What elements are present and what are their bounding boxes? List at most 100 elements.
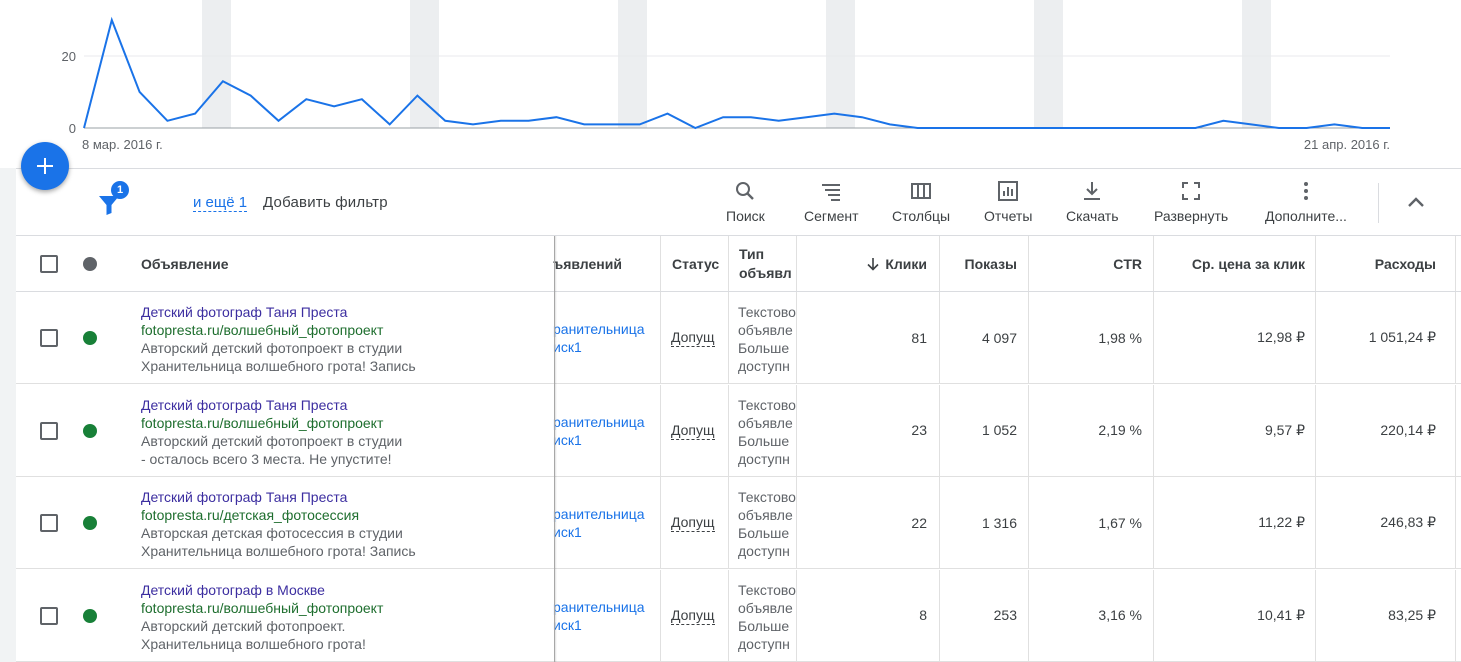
- search-button[interactable]: Поиск: [726, 179, 765, 229]
- row-checkbox[interactable]: [40, 514, 58, 532]
- ad-title[interactable]: Детский фотограф Таня Преста: [141, 396, 402, 414]
- columns-button[interactable]: Столбцы: [892, 179, 950, 229]
- status-header-dot: [83, 257, 97, 271]
- segment-button[interactable]: Сегмент: [804, 179, 859, 229]
- ad-title[interactable]: Детский фотограф Таня Преста: [141, 303, 416, 321]
- ad-type-line-1: Текстово: [738, 581, 796, 598]
- status-value[interactable]: Допущ: [671, 514, 715, 532]
- clicks-value: 8: [796, 569, 939, 661]
- add-button[interactable]: [21, 142, 69, 190]
- weekend-band: [1242, 0, 1271, 128]
- status-value[interactable]: Допущ: [671, 607, 715, 625]
- ad-group-link[interactable]: ранительница иск1: [553, 320, 645, 356]
- header-avg-cpc[interactable]: Ср. цена за клик: [1153, 236, 1315, 291]
- select-all-checkbox[interactable]: [40, 255, 58, 273]
- table-toolbar: 1 и ещё 1 Добавить фильтр Поиск Сегмент …: [16, 168, 1461, 236]
- status-value[interactable]: Допущ: [671, 329, 715, 347]
- status-dot-enabled: [83, 516, 97, 530]
- ad-group-line-1: ранительница: [553, 413, 645, 430]
- impressions-value: 1 052: [939, 384, 1028, 476]
- header-ad-group[interactable]: ъявлений: [553, 236, 659, 291]
- ad-type-line-4: доступн: [738, 358, 790, 374]
- ad-description-1: Авторский детский фотопроект.: [141, 617, 346, 634]
- add-filter-button[interactable]: Добавить фильтр: [263, 194, 388, 211]
- more-filters-link[interactable]: и ещё 1: [193, 194, 248, 212]
- ad-type-value: Текстово объявле Больше доступн: [738, 303, 796, 375]
- expand-label: Развернуть: [1154, 208, 1229, 224]
- ad-description-2: - осталось всего 3 места. Не упустите!: [141, 450, 392, 467]
- row-edge: [1455, 384, 1461, 476]
- ad-type-line-2: объявле: [738, 322, 793, 338]
- weekend-band: [1034, 0, 1063, 128]
- ad-type-value: Текстово объявле Больше доступн: [738, 488, 796, 560]
- header-ctr[interactable]: CTR: [1028, 236, 1153, 291]
- impressions-value: 4 097: [939, 292, 1028, 383]
- fullscreen-icon: [1182, 182, 1201, 200]
- header-ad-type-line1: Тип: [739, 245, 765, 262]
- download-button[interactable]: Скачать: [1066, 179, 1119, 229]
- plus-icon: [37, 158, 53, 174]
- y-tick-0: 0: [69, 121, 76, 136]
- avg-cpc-value: 10,41 ₽: [1153, 569, 1315, 661]
- ad-type-line-4: доступн: [738, 450, 790, 467]
- ad-type-line-1: Текстово: [738, 489, 796, 505]
- ad-group-line-2: иск1: [553, 431, 582, 448]
- ad-type-line-1: Текстово: [738, 304, 796, 320]
- row-edge: [1455, 477, 1461, 568]
- ad-cell[interactable]: Детский фотограф Таня Преста fotopresta.…: [141, 488, 416, 560]
- header-ad[interactable]: Объявление: [141, 236, 521, 291]
- download-label: Скачать: [1066, 208, 1119, 224]
- header-clicks[interactable]: Клики: [796, 236, 939, 291]
- header-status[interactable]: Статус: [660, 236, 728, 291]
- row-checkbox[interactable]: [40, 421, 58, 440]
- expand-button[interactable]: Развернуть: [1154, 179, 1228, 229]
- segment-label: Сегмент: [804, 208, 859, 224]
- ad-group-line-2: иск1: [553, 339, 582, 355]
- status-value[interactable]: Допущ: [671, 422, 715, 440]
- ad-title[interactable]: Детский фотограф в Москве: [141, 581, 383, 599]
- row-checkbox[interactable]: [40, 329, 58, 347]
- table-row[interactable]: Детский фотограф Таня Преста fotopresta.…: [16, 477, 1461, 569]
- more-button[interactable]: Дополните...: [1265, 179, 1347, 229]
- chevron-up-icon[interactable]: [1402, 189, 1430, 217]
- ad-cell[interactable]: Детский фотограф в Москве fotopresta.ru/…: [141, 581, 383, 653]
- ad-description-1: Авторский детский фотопроект в студии: [141, 340, 403, 356]
- x-end-label: 21 апр. 2016 г.: [1304, 137, 1390, 152]
- ad-type-line-4: доступн: [738, 543, 790, 559]
- ad-group-link[interactable]: ранительница иск1: [553, 505, 645, 541]
- header-ad-type[interactable]: Тип объявл: [728, 236, 796, 291]
- header-clicks-label: Клики: [885, 255, 927, 272]
- clicks-series-line: [83, 16, 1390, 130]
- table-row[interactable]: Детский фотограф Таня Преста fotopresta.…: [16, 384, 1461, 477]
- ad-type-line-2: объявле: [738, 507, 793, 523]
- ad-type-line-3: Больше: [738, 340, 790, 356]
- header-cost[interactable]: Расходы: [1315, 236, 1455, 291]
- search-icon: [736, 182, 755, 200]
- more-label: Дополните...: [1265, 208, 1347, 224]
- clicks-value: 22: [796, 477, 939, 568]
- table-row[interactable]: Детский фотограф в Москве fotopresta.ru/…: [16, 569, 1461, 662]
- download-icon: [1084, 182, 1101, 200]
- ad-type-line-3: Больше: [738, 525, 790, 541]
- row-edge: [1455, 292, 1461, 383]
- table-row[interactable]: Детский фотограф Таня Преста fotopresta.…: [16, 292, 1461, 384]
- x-start-label: 8 мар. 2016 г.: [82, 137, 163, 152]
- avg-cpc-value: 11,22 ₽: [1153, 477, 1315, 568]
- ad-group-line-1: ранительница: [553, 321, 645, 337]
- ad-url: fotopresta.ru/детская_фотосессия: [141, 507, 360, 523]
- reports-button[interactable]: Отчеты: [984, 179, 1032, 229]
- ad-cell[interactable]: Детский фотограф Таня Преста fotopresta.…: [141, 303, 416, 375]
- avg-cpc-value: 9,57 ₽: [1153, 384, 1315, 476]
- row-checkbox[interactable]: [40, 606, 58, 625]
- ctr-value: 2,19 %: [1028, 384, 1153, 476]
- ad-group-link[interactable]: ранительница иск1: [553, 598, 645, 634]
- row-edge: [1455, 569, 1461, 661]
- ctr-value: 3,16 %: [1028, 569, 1153, 661]
- ctr-value: 1,98 %: [1028, 292, 1153, 383]
- ad-cell[interactable]: Детский фотограф Таня Преста fotopresta.…: [141, 396, 402, 468]
- impressions-value: 253: [939, 569, 1028, 661]
- ad-group-link[interactable]: ранительница иск1: [553, 413, 645, 449]
- ad-title[interactable]: Детский фотограф Таня Преста: [141, 488, 416, 506]
- toolbar-divider: [1378, 183, 1379, 223]
- header-impressions[interactable]: Показы: [939, 236, 1028, 291]
